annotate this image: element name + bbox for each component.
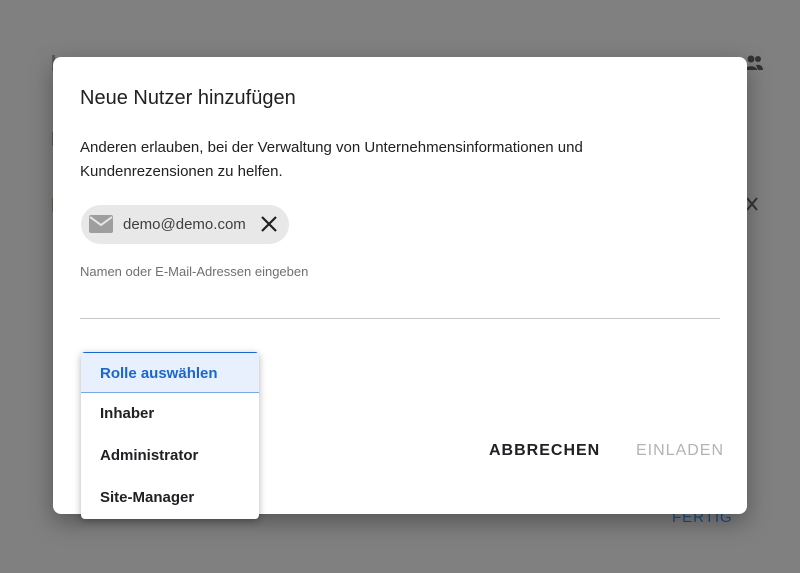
menu-item-select-role[interactable]: Rolle auswählen [81,352,259,393]
menu-item-label: Inhaber [100,405,155,422]
menu-item-label: Site-Manager [100,489,195,506]
menu-item-administrator[interactable]: Administrator [81,435,259,476]
input-underline [80,318,720,319]
menu-item-site-manager[interactable]: Site-Manager [81,477,259,518]
menu-item-label: Rolle auswählen [100,365,218,382]
dialog-description: Anderen erlauben, bei der Verwaltung von… [80,139,583,180]
mail-icon [89,215,113,233]
menu-item-label: Administrator [100,447,199,464]
dialog-title: Neue Nutzer hinzufügen [80,87,296,109]
role-dropdown-menu[interactable]: Rolle auswählen Inhaber Administrator Si… [81,352,259,519]
people-icon [745,55,763,70]
invite-button[interactable]: EINLADEN [636,442,724,460]
recipient-input-placeholder[interactable]: Namen oder E-Mail-Adressen eingeben [80,264,308,279]
close-icon [746,197,758,211]
close-icon[interactable] [259,214,279,234]
chip-email-label: demo@demo.com [123,216,246,233]
email-chip[interactable]: demo@demo.com [81,205,289,244]
cancel-button[interactable]: ABBRECHEN [489,442,600,460]
menu-item-owner[interactable]: Inhaber [81,393,259,434]
